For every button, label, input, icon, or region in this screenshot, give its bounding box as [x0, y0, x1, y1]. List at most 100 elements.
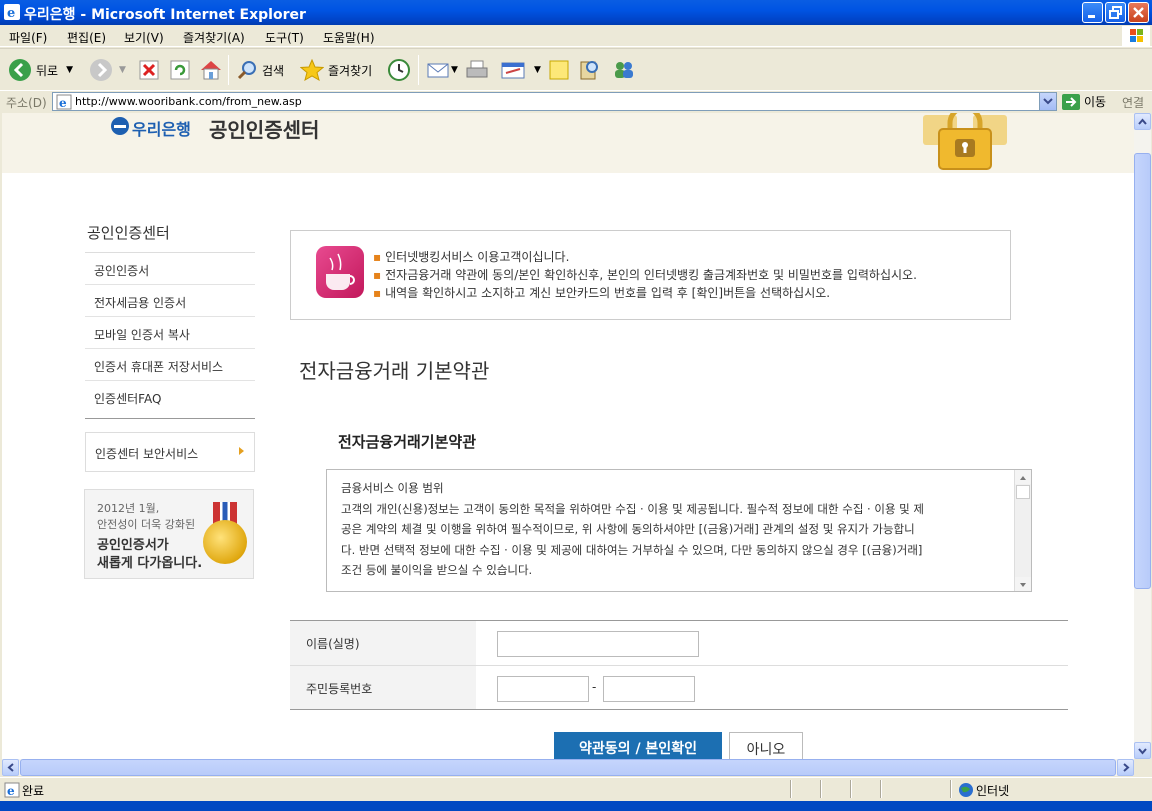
- address-dropdown-button[interactable]: [1039, 93, 1056, 110]
- bullet-icon: ▪: [373, 268, 382, 282]
- taskbar-edge: [0, 801, 1152, 811]
- refresh-icon: [170, 60, 190, 80]
- messenger-button[interactable]: [611, 57, 637, 83]
- scrollbar-corner: [1134, 759, 1151, 776]
- print-button[interactable]: [465, 57, 489, 83]
- edit-icon: [501, 62, 525, 79]
- restore-button[interactable]: [1105, 2, 1126, 23]
- nav-item-phone-storage[interactable]: 인증서 휴대폰 저장서비스: [85, 349, 255, 381]
- scroll-up-button[interactable]: [1134, 113, 1151, 130]
- horizontal-scrollbar[interactable]: [2, 759, 1134, 776]
- forward-dropdown-icon[interactable]: ▼: [119, 65, 126, 75]
- browser-window: e 우리은행 - Microsoft Internet Explorer 파일(…: [0, 0, 1152, 811]
- back-button[interactable]: 뒤로 ▼: [8, 57, 73, 83]
- globe-icon: [959, 783, 973, 797]
- discuss-button[interactable]: [548, 57, 570, 83]
- address-label: 주소(D): [6, 96, 47, 110]
- info-box: ▪ 인터넷뱅킹서비스 이용고객이십니다. ▪ 전자금융거래 약관에 동의/본인 확인…: [290, 230, 1011, 320]
- decline-button[interactable]: 아니오: [729, 732, 803, 759]
- chevron-down-icon: [1043, 98, 1053, 105]
- back-arrow-icon: [9, 59, 31, 81]
- search-icon: [237, 61, 256, 80]
- terms-line: 다. 반면 선택적 정보에 대한 수집 · 이용 및 제공에 대하여는 거부하실…: [341, 542, 923, 557]
- chevron-right-icon: [239, 447, 244, 455]
- address-input[interactable]: e http://www.wooribank.com/from_new.asp: [52, 92, 1057, 111]
- go-button[interactable]: 이동: [1062, 93, 1106, 110]
- vertical-scrollbar[interactable]: [1134, 113, 1151, 759]
- terms-textbox[interactable]: 금융서비스 이용 범위 고객의 개인(신용)정보는 고객이 동의한 목적을 위하…: [326, 469, 1032, 592]
- toolbar-separator: [228, 55, 229, 85]
- teacup-icon: [316, 246, 364, 298]
- nav-item-tax-certificate[interactable]: 전자세금용 인증서: [85, 285, 255, 317]
- id-second-input[interactable]: [603, 676, 695, 702]
- nav-item-certificate[interactable]: 공인인증서: [85, 253, 255, 285]
- svg-text:e: e: [59, 96, 67, 110]
- nav-item-mobile-copy[interactable]: 모바일 인증서 복사: [85, 317, 255, 349]
- info-line-2: ▪ 전자금융거래 약관에 동의/본인 확인하신후, 본인의 인터넷뱅킹 출금계좌번…: [373, 266, 917, 283]
- scroll-right-button[interactable]: [1117, 759, 1134, 776]
- promo-line-2: 안전성이 더욱 강화된: [97, 518, 196, 531]
- scroll-down-button[interactable]: [1015, 577, 1031, 591]
- menu-view[interactable]: 보기(V): [124, 29, 164, 46]
- favorites-button[interactable]: 즐겨찾기: [300, 57, 372, 83]
- menu-edit[interactable]: 편집(E): [67, 29, 106, 46]
- menu-favorites[interactable]: 즐겨찾기(A): [183, 29, 245, 46]
- close-button[interactable]: [1128, 2, 1149, 23]
- name-label: 이름(실명): [290, 621, 476, 665]
- forward-button[interactable]: ▼: [89, 57, 126, 83]
- id-label: 주민등록번호: [290, 666, 476, 710]
- mail-button[interactable]: ▼: [426, 57, 458, 83]
- terms-scrollbar[interactable]: [1014, 470, 1031, 591]
- name-input[interactable]: [497, 631, 699, 657]
- promo-banner[interactable]: 2012년 1월, 안전성이 더욱 강화된 공인인증서가 새롭게 다가옵니다.: [84, 489, 254, 579]
- status-text: 완료: [22, 784, 45, 798]
- id-first-input[interactable]: [497, 676, 589, 702]
- minimize-button[interactable]: [1082, 2, 1103, 23]
- links-label[interactable]: 연결: [1122, 94, 1144, 111]
- back-dropdown-icon[interactable]: ▼: [66, 65, 73, 75]
- windows-logo-icon: [1122, 26, 1150, 46]
- toolbar: 뒤로 ▼ ▼ 검색 즐겨찾기 ▼ ▼: [0, 48, 1152, 90]
- agree-button[interactable]: 약관동의 / 본인확인: [554, 732, 722, 759]
- history-button[interactable]: [387, 57, 411, 83]
- home-button[interactable]: [199, 57, 223, 83]
- info-line-1: ▪ 인터넷뱅킹서비스 이용고객이십니다.: [373, 248, 569, 265]
- close-icon: [1133, 7, 1144, 18]
- menu-help[interactable]: 도움말(H): [323, 29, 375, 46]
- mail-dropdown-icon[interactable]: ▼: [451, 65, 458, 75]
- identity-form: 이름(실명) 주민등록번호: [290, 620, 1068, 711]
- edit-button[interactable]: ▼: [500, 57, 541, 83]
- star-icon: [300, 59, 324, 81]
- terms-heading: 전자금융거래기본약관: [338, 433, 477, 451]
- window-title: 우리은행 - Microsoft Internet Explorer: [24, 7, 306, 23]
- refresh-button[interactable]: [169, 57, 191, 83]
- stop-button[interactable]: [138, 57, 160, 83]
- edit-dropdown-icon[interactable]: ▼: [534, 65, 541, 75]
- menu-tools[interactable]: 도구(T): [265, 29, 304, 46]
- vertical-scroll-thumb[interactable]: [1134, 153, 1151, 589]
- research-button[interactable]: [578, 57, 600, 83]
- note-icon: [549, 60, 569, 80]
- ie-icon: e: [4, 4, 20, 20]
- menu-file[interactable]: 파일(F): [9, 29, 47, 46]
- toolbar-separator: [418, 55, 419, 85]
- forward-arrow-icon: [90, 59, 112, 81]
- search-button[interactable]: 검색: [236, 57, 284, 83]
- scroll-left-button[interactable]: [2, 759, 19, 776]
- scroll-down-button[interactable]: [1134, 742, 1151, 759]
- bank-logo-text[interactable]: 우리은행: [132, 116, 191, 140]
- status-divider: [820, 780, 822, 798]
- security-service-link[interactable]: 인증센터 보안서비스: [85, 432, 255, 472]
- status-divider: [950, 780, 952, 798]
- status-divider: [790, 780, 792, 798]
- form-divider: [290, 709, 1068, 710]
- nav-item-faq[interactable]: 인증센터FAQ: [85, 381, 255, 413]
- horizontal-scroll-thumb[interactable]: [20, 759, 1116, 776]
- id-dash: -: [592, 680, 597, 694]
- terms-scroll-thumb[interactable]: [1016, 485, 1030, 499]
- terms-content: 금융서비스 이용 범위 고객의 개인(신용)정보는 고객이 동의한 목적을 위하…: [341, 478, 1013, 581]
- bullet-icon: ▪: [373, 250, 382, 264]
- go-label: 이동: [1084, 95, 1107, 109]
- scroll-up-button[interactable]: [1015, 470, 1031, 484]
- chevron-down-icon: [1138, 748, 1147, 755]
